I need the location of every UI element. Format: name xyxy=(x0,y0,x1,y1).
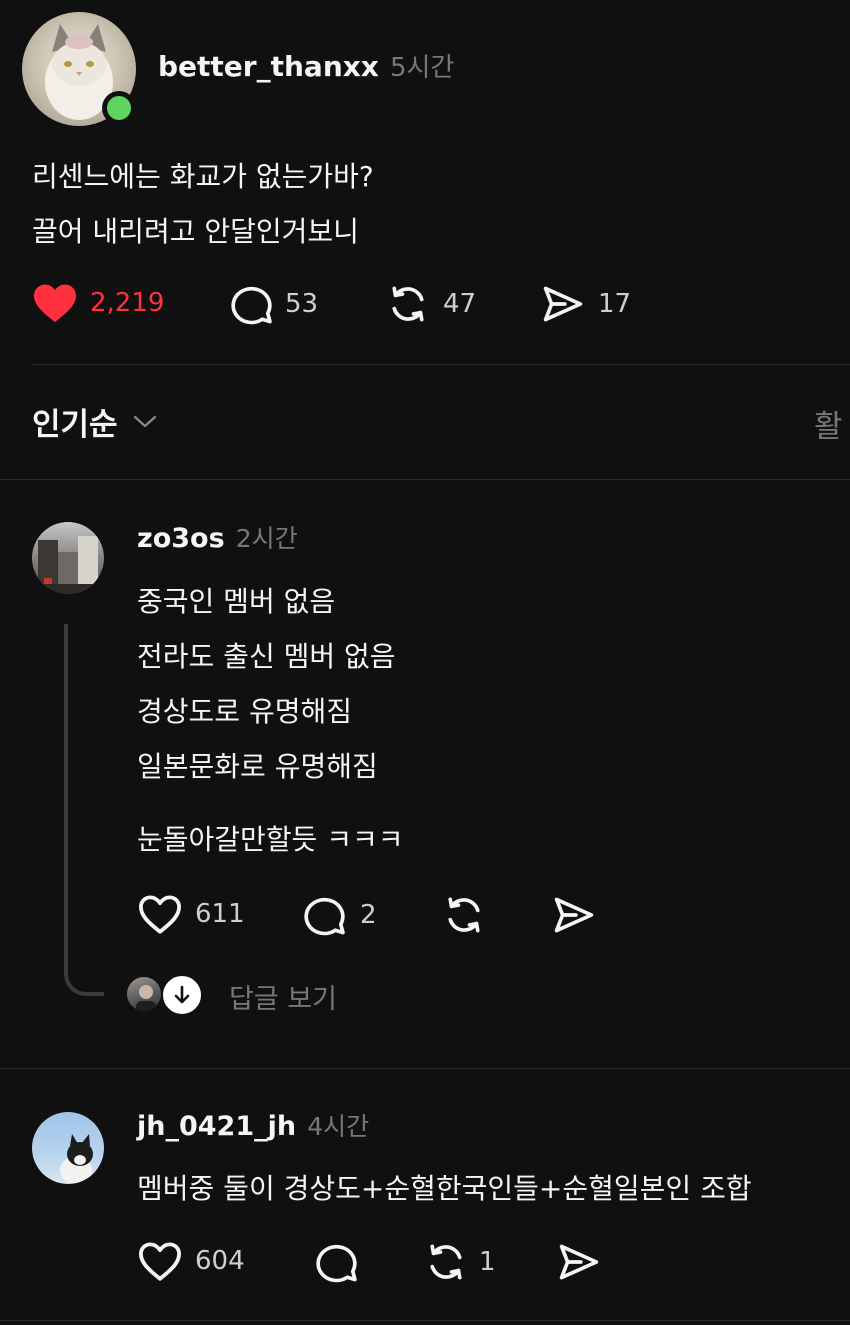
chevron-down-icon xyxy=(133,415,156,427)
post-timestamp: 5시간 xyxy=(389,53,455,83)
reply-preview-avatar xyxy=(125,975,163,1013)
post-comment-count: 53 xyxy=(285,289,319,319)
view-replies-button[interactable] xyxy=(161,974,203,1016)
reply-1-comment-count: 2 xyxy=(360,900,377,930)
post-divider xyxy=(32,364,850,365)
repost-icon xyxy=(392,286,424,322)
reply-1-text-line-3: 경상도로 유명해짐 xyxy=(137,695,352,728)
street-avatar-image xyxy=(32,536,104,594)
sort-divider xyxy=(0,479,850,480)
reply-2-like-count: 604 xyxy=(195,1246,245,1276)
activity-link[interactable]: 활 xyxy=(814,401,843,446)
cat-avatar-image xyxy=(60,1134,93,1184)
sort-label: 인기순 xyxy=(32,407,118,443)
bottom-divider xyxy=(0,1320,850,1321)
reply-2-like-button[interactable]: 604 xyxy=(137,1240,245,1282)
post-username[interactable]: better_thanxx xyxy=(158,50,379,83)
reply-2-header: jh_0421_jh 4시간 xyxy=(137,1107,369,1143)
person-avatar-image xyxy=(136,985,156,1011)
post-share-button[interactable]: 17 xyxy=(540,282,631,326)
reply-2-text-line-1: 멤버중 둘이 경상도+순혈한국인들+순혈일본인 조합 xyxy=(137,1172,752,1205)
reply-2-repost-count: 1 xyxy=(479,1247,496,1277)
post-header: better_thanxx 5시간 xyxy=(158,47,454,84)
post-repost-count: 47 xyxy=(443,289,477,319)
heart-filled-icon xyxy=(34,284,76,323)
send-icon xyxy=(559,1244,599,1280)
reply-1-username[interactable]: zo3os xyxy=(137,523,225,554)
reply-1-avatar[interactable] xyxy=(32,522,104,594)
reply-1-header: zo3os 2시간 xyxy=(137,519,298,555)
reply-divider xyxy=(0,1068,850,1069)
post-like-button[interactable]: 2,219 xyxy=(32,282,164,324)
reply-1-text-line-2: 전라도 출신 멤버 없음 xyxy=(137,640,396,673)
post-comment-button[interactable]: 53 xyxy=(229,282,318,326)
reply-1-share-button[interactable] xyxy=(551,893,597,941)
reply-2-username[interactable]: jh_0421_jh xyxy=(137,1111,296,1142)
reply-2-comment-button[interactable] xyxy=(314,1240,360,1288)
reply-2-timestamp: 4시간 xyxy=(307,1112,370,1141)
online-status-dot xyxy=(102,91,136,125)
arrow-down-icon xyxy=(174,985,190,1004)
post-text-line-1: 리센느에는 화교가 없는가바? xyxy=(32,160,374,193)
reply-1-text-line-5: 눈돌아갈만할듯 ㅋㅋㅋ xyxy=(137,823,404,856)
reply-2-share-button[interactable] xyxy=(556,1240,602,1288)
post-repost-button[interactable]: 47 xyxy=(385,282,476,326)
reply-1-text-line-1: 중국인 멤버 없음 xyxy=(137,585,336,618)
repost-icon xyxy=(448,897,480,933)
reply-1-repost-button[interactable] xyxy=(441,893,487,941)
reply-2-repost-button[interactable]: 1 xyxy=(423,1240,496,1284)
post-like-count: 2,219 xyxy=(90,288,165,318)
reply-1-text-line-4: 일본문화로 유명해짐 xyxy=(137,750,378,783)
post-share-count: 17 xyxy=(598,289,632,319)
view-replies-label[interactable]: 답글 보기 xyxy=(229,977,337,1016)
heart-outline-icon xyxy=(139,1242,181,1281)
reply-2-avatar[interactable] xyxy=(32,1112,104,1184)
post-text-line-2: 끌어 내리려고 안달인거보니 xyxy=(32,215,359,248)
thread-line xyxy=(64,624,104,996)
heart-outline-icon xyxy=(139,895,181,934)
repost-icon xyxy=(430,1244,462,1280)
reply-1-timestamp: 2시간 xyxy=(235,524,298,553)
send-icon xyxy=(554,897,594,933)
send-icon xyxy=(543,286,583,322)
comment-bubble-icon xyxy=(231,286,272,325)
reply-1-like-button[interactable]: 611 xyxy=(137,893,245,935)
reply-1-like-count: 611 xyxy=(195,899,245,929)
comment-bubble-icon xyxy=(316,1244,357,1283)
reply-1-comment-button[interactable]: 2 xyxy=(302,893,377,937)
comment-bubble-icon xyxy=(304,897,345,936)
sort-dropdown[interactable]: 인기순 xyxy=(32,399,158,444)
